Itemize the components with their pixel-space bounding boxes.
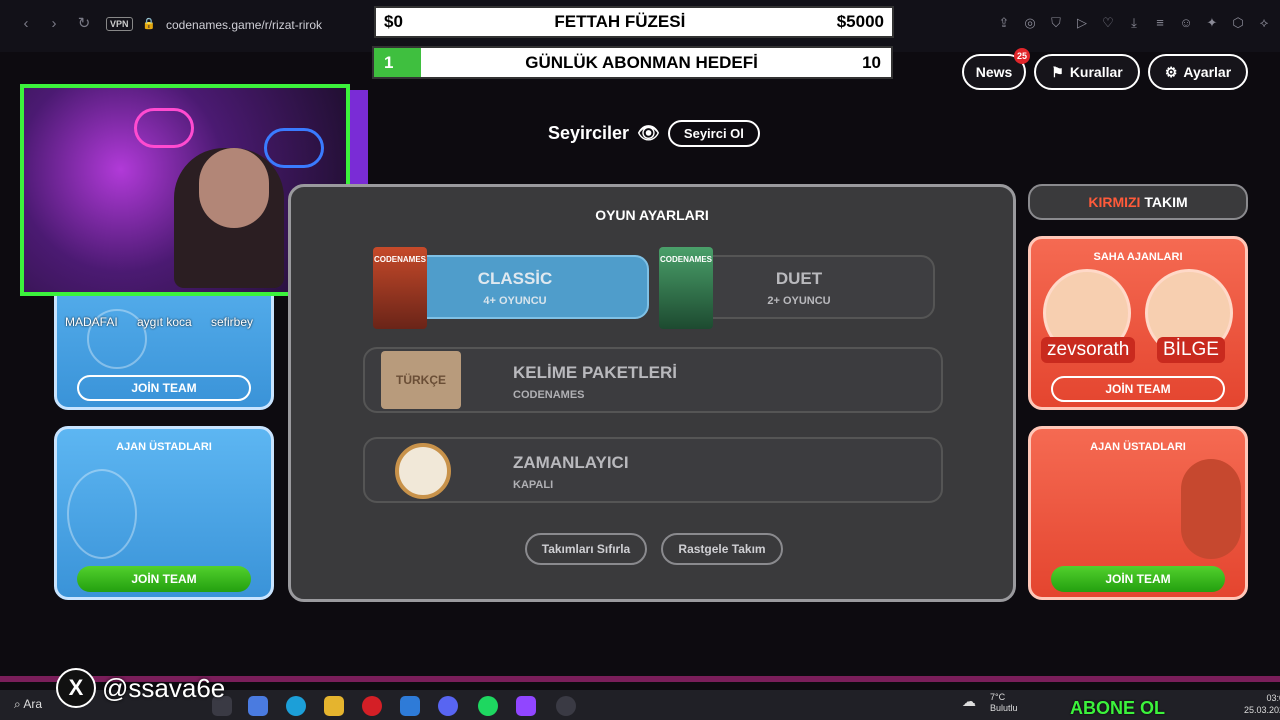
red-team-header: KIRMIZI TAKIM bbox=[1028, 184, 1248, 220]
clock-time: 03:0 bbox=[1266, 693, 1280, 703]
red-operatives-title: SAHA AJANLARI bbox=[1093, 251, 1183, 263]
settings-button[interactable]: ⚙ Ayarlar bbox=[1148, 54, 1248, 90]
stopwatch-icon bbox=[395, 443, 451, 499]
edge-icon[interactable] bbox=[286, 696, 306, 716]
play-icon[interactable]: ▷ bbox=[1074, 14, 1090, 32]
twitter-handle: @ssava6e bbox=[102, 672, 226, 703]
discord-icon[interactable] bbox=[438, 696, 458, 716]
cloud-icon: ☁ bbox=[962, 693, 976, 709]
share-icon[interactable]: ⇪ bbox=[996, 14, 1012, 32]
become-spectator-button[interactable]: Seyirci Ol bbox=[667, 120, 760, 147]
neon-light bbox=[134, 108, 194, 148]
forward-icon[interactable]: › bbox=[44, 14, 64, 34]
obs-icon[interactable] bbox=[556, 696, 576, 716]
folder-icon[interactable] bbox=[324, 696, 344, 716]
vpn-badge[interactable]: VPN bbox=[106, 17, 133, 31]
browser-actions: ⇪ ◎ ⛉ ▷ ♡ ⤓ ≡ ☺ ✦ ⬡ ⟡ bbox=[996, 14, 1272, 32]
system-clock[interactable]: 03:0 25.03.202 bbox=[1244, 692, 1280, 716]
red-player-1[interactable]: zevsorath bbox=[1041, 337, 1136, 363]
word-packs-title: KELİME PAKETLERİ bbox=[513, 363, 678, 382]
download-icon[interactable]: ⤓ bbox=[1126, 14, 1142, 32]
news-label: News bbox=[975, 64, 1013, 80]
game-settings-panel: OYUN AYARLARI CLASSİC 4+ OYUNCU CODENAME… bbox=[288, 184, 1016, 602]
timer-sub: KAPALI bbox=[513, 479, 554, 491]
gear-icon: ⚙ bbox=[1164, 63, 1178, 80]
goal1-title: FETTAH FÜZESİ bbox=[554, 12, 686, 31]
camera-icon[interactable]: ◎ bbox=[1022, 14, 1038, 32]
red-team-highlight: KIRMIZI bbox=[1088, 194, 1141, 210]
streamer-face bbox=[199, 148, 269, 228]
ai-icon[interactable]: ⟡ bbox=[1256, 14, 1272, 32]
twitch-icon[interactable] bbox=[516, 696, 536, 716]
blue-spymasters-card: AJAN ÜSTADLARI JOİN TEAM bbox=[54, 426, 274, 600]
random-team-button[interactable]: Rastgele Takım bbox=[661, 533, 783, 565]
menu-icon[interactable]: ≡ bbox=[1152, 14, 1168, 32]
opera-icon[interactable] bbox=[362, 696, 382, 716]
word-packs-sub: CODENAMES bbox=[513, 389, 585, 401]
mail-icon[interactable] bbox=[400, 696, 420, 716]
cube-icon[interactable]: ⬡ bbox=[1230, 14, 1246, 32]
word-pack-box: TÜRKÇE bbox=[381, 351, 461, 409]
taskbar-search[interactable]: ⌕ Ara bbox=[14, 697, 42, 712]
shield-icon[interactable]: ⛉ bbox=[1048, 14, 1064, 32]
eye-icon: 👁 bbox=[637, 123, 660, 143]
back-icon[interactable]: ‹ bbox=[16, 14, 36, 34]
duet-box-art: CODENAMES bbox=[659, 247, 713, 329]
timer-row[interactable]: ZAMANLAYICI KAPALI bbox=[363, 437, 943, 503]
red-team-label: TAKIM bbox=[1144, 194, 1188, 210]
goal1-left-value: $0 bbox=[384, 12, 403, 31]
blue-player-1[interactable]: MADAFAI bbox=[65, 315, 118, 329]
red-spymasters-title: AJAN ÜSTADLARI bbox=[1090, 441, 1186, 453]
bookmark-icon: ⚑ bbox=[1051, 63, 1064, 80]
news-badge: 25 bbox=[1014, 48, 1030, 64]
heart-icon[interactable]: ♡ bbox=[1100, 14, 1116, 32]
timer-title: ZAMANLAYICI bbox=[513, 453, 629, 472]
subscribe-overlay: ABONE OL bbox=[1070, 698, 1166, 718]
duet-box-label: CODENAMES bbox=[659, 255, 712, 264]
profile-icon[interactable]: ☺ bbox=[1178, 14, 1194, 32]
news-button[interactable]: News 25 bbox=[962, 48, 1030, 90]
blue-join-spymasters-button[interactable]: JOİN TEAM bbox=[77, 566, 251, 592]
blue-spymaster-sketch bbox=[67, 469, 137, 559]
weather-widget[interactable]: ☁ 7°C Bulutlu bbox=[962, 692, 1018, 714]
blue-player-3[interactable]: sefirbey bbox=[211, 315, 253, 329]
address-bar[interactable]: codenames.game/r/rizat-rirok bbox=[166, 18, 322, 32]
red-join-operatives-button[interactable]: JOİN TEAM bbox=[1051, 376, 1225, 402]
goal2-count: 1 bbox=[374, 48, 421, 77]
classic-box-art: CODENAMES bbox=[373, 247, 427, 329]
panel-title: OYUN AYARLARI bbox=[595, 207, 709, 223]
goal2-title: GÜNLÜK ABONMAN HEDEFİ bbox=[525, 52, 758, 72]
red-spymaster-figure bbox=[1181, 459, 1241, 559]
classic-box-label: CODENAMES bbox=[373, 255, 426, 264]
word-packs-row[interactable]: TÜRKÇE KELİME PAKETLERİ CODENAMES bbox=[363, 347, 943, 413]
goal1-right-value: $5000 bbox=[836, 12, 884, 31]
x-logo-icon: X bbox=[56, 668, 96, 708]
spectators-row: Seyirciler 👁 Seyirci Ol bbox=[548, 120, 760, 147]
rules-button[interactable]: ⚑ Kurallar bbox=[1034, 54, 1140, 90]
red-spymasters-card: AJAN ÜSTADLARI JOİN TEAM bbox=[1028, 426, 1248, 600]
settings-label: Ayarlar bbox=[1183, 64, 1232, 80]
blue-join-operatives-button[interactable]: JOİN TEAM bbox=[77, 375, 251, 401]
reset-teams-button[interactable]: Takımları Sıfırla bbox=[525, 533, 647, 565]
twitter-overlay: X @ssava6e bbox=[56, 668, 225, 708]
lock-icon[interactable]: 🔒 bbox=[142, 17, 156, 30]
copilot-icon[interactable] bbox=[248, 696, 268, 716]
reload-icon[interactable]: ↻ bbox=[74, 14, 94, 34]
donation-goal-bar: $0 FETTAH FÜZESİ $5000 bbox=[374, 6, 894, 38]
clock-date: 25.03.202 bbox=[1244, 705, 1280, 715]
red-player-2[interactable]: BİLGE bbox=[1157, 337, 1225, 363]
red-operatives-card: SAHA AJANLARI zevsorath BİLGE JOİN TEAM bbox=[1028, 236, 1248, 410]
goal2-target: 10 bbox=[862, 52, 881, 72]
blue-player-2[interactable]: aygıt koca bbox=[137, 315, 192, 329]
red-join-spymasters-button[interactable]: JOİN TEAM bbox=[1051, 566, 1225, 592]
taskbar-search-label: Ara bbox=[23, 697, 43, 711]
spectators-label: Seyirciler bbox=[548, 123, 630, 143]
rules-label: Kurallar bbox=[1069, 64, 1123, 80]
blue-spymasters-title: AJAN ÜSTADLARI bbox=[116, 441, 212, 453]
spotify-icon[interactable] bbox=[478, 696, 498, 716]
subscriber-goal-bar: 1 GÜNLÜK ABONMAN HEDEFİ 10 bbox=[372, 46, 893, 79]
extension-icon[interactable]: ✦ bbox=[1204, 14, 1220, 32]
neon-light bbox=[264, 128, 324, 168]
